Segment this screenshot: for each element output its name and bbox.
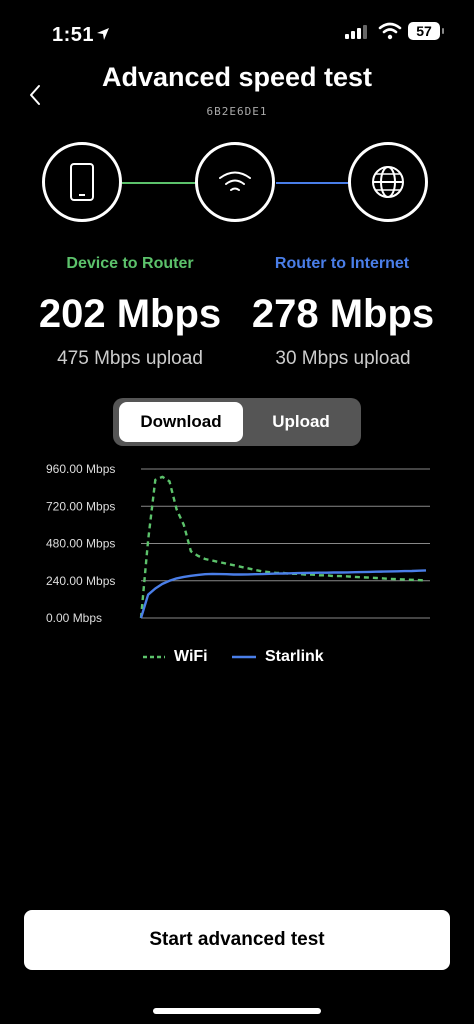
wifi-icon	[219, 171, 251, 191]
router-internet-label: Router to Internet	[274, 255, 410, 272]
y-tick-label: 240.00 Mbps	[46, 574, 115, 588]
router-internet-upload: 30 Mbps upload	[275, 348, 411, 369]
wifi-legend-swatch	[143, 655, 165, 659]
device-node	[42, 142, 122, 222]
download-upload-toggle: Download Upload	[113, 398, 361, 446]
y-tick-label: 480.00 Mbps	[46, 537, 115, 551]
page-title: Advanced speed test	[101, 62, 373, 92]
internet-node	[348, 142, 428, 222]
location-arrow-icon	[97, 28, 109, 40]
y-tick-label: 0.00 Mbps	[46, 611, 102, 625]
device-router-speed: 202 Mbps	[38, 292, 222, 336]
wifi-legend-label: WiFi	[174, 648, 208, 665]
device-router-label: Device to Router	[66, 255, 194, 272]
status-bar: 1:51 57	[0, 0, 474, 60]
battery-tip	[442, 28, 444, 34]
wifi-series-line	[139, 475, 427, 619]
home-indicator	[153, 1008, 321, 1014]
globe-icon	[372, 166, 404, 198]
device-router-link	[122, 182, 196, 184]
tab-download[interactable]: Download	[119, 402, 243, 442]
wifi-status-icon	[378, 22, 402, 40]
start-advanced-test-button[interactable]: Start advanced test	[24, 910, 450, 970]
router-node	[195, 142, 275, 222]
chart-legend: WiFi Starlink	[0, 648, 474, 672]
phone-icon	[70, 163, 94, 201]
starlink-legend-swatch	[232, 655, 256, 659]
starlink-legend-label: Starlink	[265, 648, 324, 665]
y-tick-label: 720.00 Mbps	[46, 499, 115, 513]
battery-icon: 57	[408, 22, 440, 40]
router-internet-link	[276, 182, 350, 184]
device-id: 6B2E6DE1	[206, 105, 268, 118]
status-time: 1:51	[52, 24, 95, 46]
device-router-upload: 475 Mbps upload	[57, 348, 203, 369]
tab-upload[interactable]: Upload	[247, 402, 355, 442]
cellular-signal-icon	[345, 25, 367, 39]
router-internet-speed: 278 Mbps	[251, 292, 435, 336]
y-tick-label: 960.00 Mbps	[46, 462, 115, 476]
speed-chart: 960.00 Mbps 720.00 Mbps 480.00 Mbps 240.00 …	[46, 462, 430, 625]
